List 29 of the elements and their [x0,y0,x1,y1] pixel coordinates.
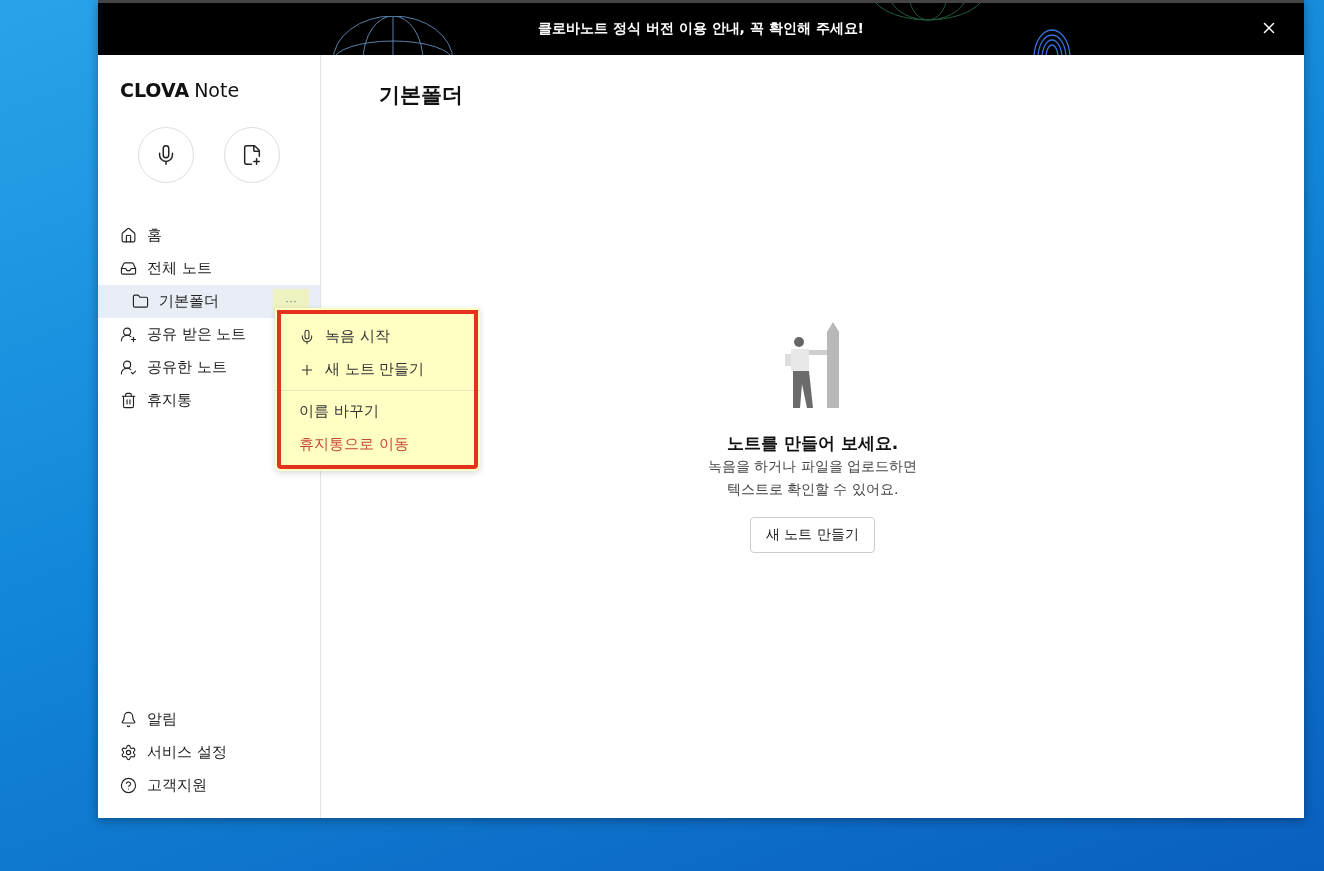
inbox-icon [120,260,137,277]
trash-icon [120,392,137,409]
folder-icon [132,293,149,310]
empty-heading: 노트를 만들어 보세요. [726,432,899,455]
nav-item[interactable]: 홈 [98,219,320,252]
nav-item[interactable]: 고객지원 [98,769,320,802]
new-note-button[interactable]: 새 노트 만들기 [750,517,875,553]
banner-text: 클로바노트 정식 버전 이용 안내, 꼭 확인해 주세요! [538,20,864,38]
page-title: 기본폴더 [379,82,464,109]
menu-item[interactable]: 이름 바꾸기 [275,395,480,428]
empty-description: 녹음을 하거나 파일을 업로드하면 [707,457,918,476]
nav-item[interactable]: 알림 [98,703,320,736]
nav-item[interactable]: 서비스 설정 [98,736,320,769]
home-icon [120,227,137,244]
logo: CLOVA Note [119,78,241,101]
rings-drawing [1032,28,1072,55]
bell-icon [120,711,137,728]
empty-description: 텍스트로 확인할 수 있어요. [726,480,899,499]
user-icon [120,359,137,376]
new-note-button[interactable] [224,127,280,183]
nav-item[interactable]: 기본폴더 ··· [98,285,320,318]
nav-item[interactable]: 전체 노트 [98,252,320,285]
microphone-icon [299,328,315,345]
user-icon [120,326,137,343]
menu-item[interactable]: 휴지통으로 이동 [275,428,480,461]
settings-icon [120,744,137,761]
record-button[interactable] [138,127,194,183]
note-plus-icon [241,144,263,166]
help-icon [120,777,137,794]
